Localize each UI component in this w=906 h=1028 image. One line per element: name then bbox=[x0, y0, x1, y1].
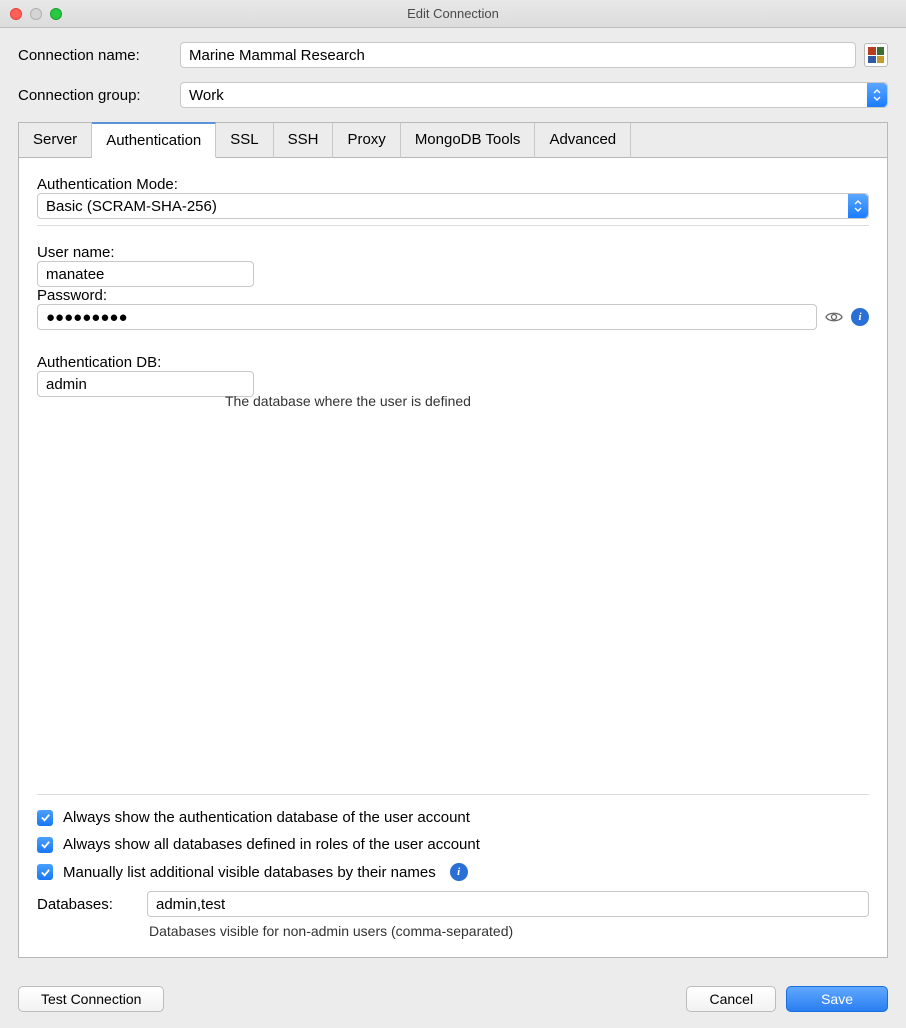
titlebar: Edit Connection bbox=[0, 0, 906, 28]
databases-helper: Databases visible for non-admin users (c… bbox=[149, 923, 869, 939]
connection-group-value: Work bbox=[189, 87, 224, 104]
tab-ssl[interactable]: SSL bbox=[216, 123, 273, 158]
checkbox-manual-dbs-label: Manually list additional visible databas… bbox=[63, 864, 436, 881]
checkbox-show-role-dbs-label: Always show all databases defined in rol… bbox=[63, 836, 480, 853]
authdb-input[interactable] bbox=[37, 371, 254, 397]
checkbox-show-authdb-label: Always show the authentication database … bbox=[63, 809, 470, 826]
select-stepper-icon bbox=[867, 83, 887, 107]
test-connection-button[interactable]: Test Connection bbox=[18, 986, 164, 1012]
zoom-window-button[interactable] bbox=[50, 8, 62, 20]
window-title: Edit Connection bbox=[0, 6, 906, 21]
cancel-button[interactable]: Cancel bbox=[686, 986, 776, 1012]
tab-authentication[interactable]: Authentication bbox=[92, 122, 216, 158]
tab-proxy[interactable]: Proxy bbox=[333, 123, 400, 158]
save-button[interactable]: Save bbox=[786, 986, 888, 1012]
password-label: Password: bbox=[37, 287, 225, 304]
auth-mode-label: Authentication Mode: bbox=[37, 176, 225, 193]
connection-name-input[interactable] bbox=[180, 42, 856, 68]
password-input[interactable] bbox=[37, 304, 817, 330]
connection-group-label: Connection group: bbox=[18, 87, 180, 104]
color-tag-button[interactable] bbox=[864, 43, 888, 67]
checkbox-manual-dbs[interactable] bbox=[37, 864, 53, 880]
auth-mode-value: Basic (SCRAM-SHA-256) bbox=[46, 198, 217, 215]
auth-mode-select[interactable]: Basic (SCRAM-SHA-256) bbox=[37, 193, 869, 219]
manual-dbs-info-icon[interactable]: i bbox=[450, 863, 468, 881]
reveal-password-icon[interactable] bbox=[825, 308, 843, 326]
password-info-icon[interactable]: i bbox=[851, 308, 869, 326]
tab-ssh[interactable]: SSH bbox=[274, 123, 334, 158]
databases-label: Databases: bbox=[37, 896, 137, 913]
authdb-label: Authentication DB: bbox=[37, 354, 225, 371]
databases-input[interactable] bbox=[147, 891, 869, 917]
tab-advanced[interactable]: Advanced bbox=[535, 123, 631, 158]
connection-name-label: Connection name: bbox=[18, 47, 180, 64]
tab-mongodb-tools[interactable]: MongoDB Tools bbox=[401, 123, 536, 158]
checkbox-show-authdb[interactable] bbox=[37, 810, 53, 826]
select-stepper-icon bbox=[848, 194, 868, 218]
minimize-window-button bbox=[30, 8, 42, 20]
tab-server[interactable]: Server bbox=[19, 123, 92, 158]
close-window-button[interactable] bbox=[10, 8, 22, 20]
authdb-helper: The database where the user is defined bbox=[225, 393, 869, 409]
username-label: User name: bbox=[37, 244, 225, 261]
username-input[interactable] bbox=[37, 261, 254, 287]
connection-group-select[interactable]: Work bbox=[180, 82, 888, 108]
tab-bar: Server Authentication SSL SSH Proxy Mong… bbox=[19, 123, 887, 158]
checkbox-show-role-dbs[interactable] bbox=[37, 837, 53, 853]
